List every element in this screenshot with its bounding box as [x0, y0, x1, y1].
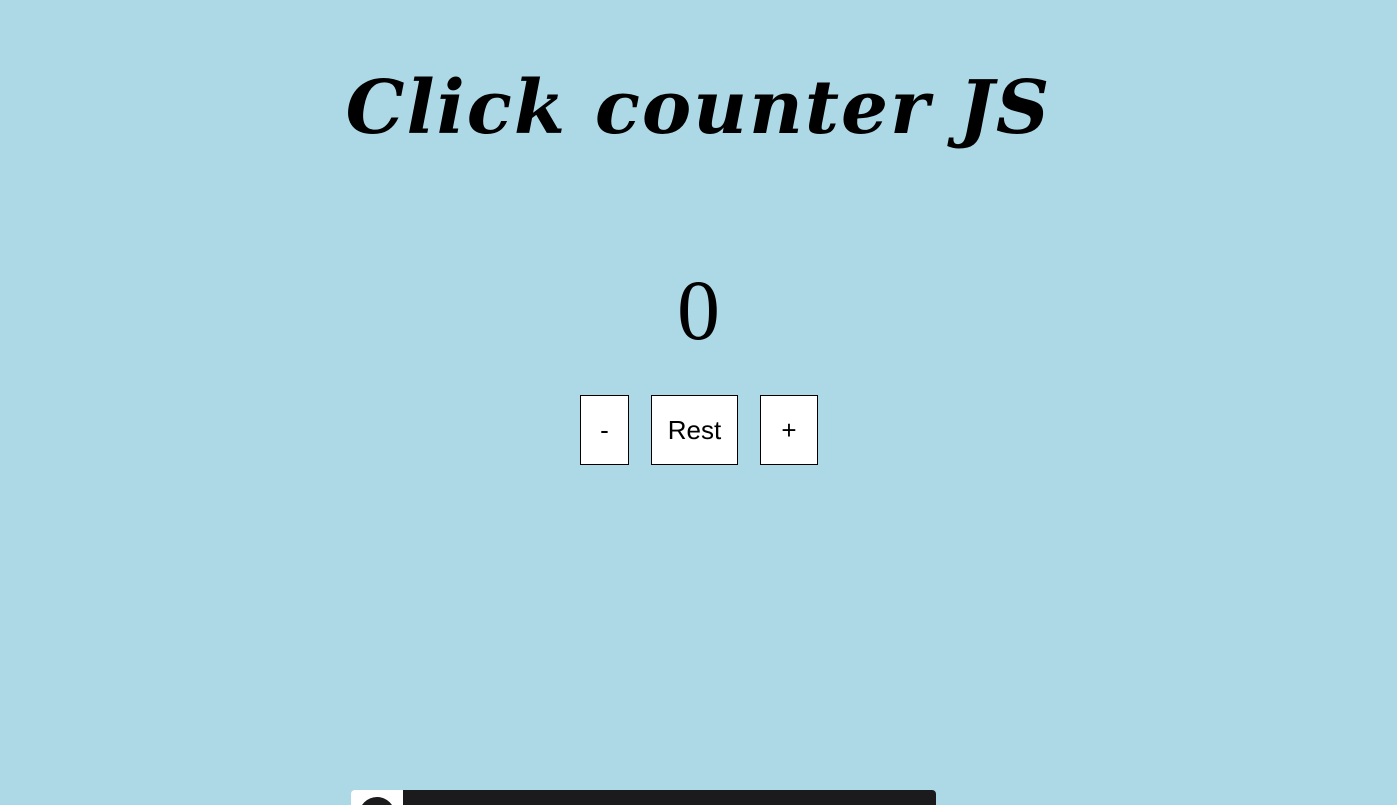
counter-controls: - Rest +: [580, 395, 818, 465]
page-title: Click counter JS: [345, 65, 1052, 151]
bottom-bar: [351, 790, 936, 805]
reset-button[interactable]: Rest: [651, 395, 738, 465]
bottom-bar-panel: [403, 790, 936, 805]
increment-button[interactable]: +: [760, 395, 818, 465]
bottom-bar-avatar-area: [351, 790, 403, 805]
decrement-button[interactable]: -: [580, 395, 629, 465]
counter-value: 0: [677, 262, 720, 358]
avatar[interactable]: [359, 797, 395, 805]
